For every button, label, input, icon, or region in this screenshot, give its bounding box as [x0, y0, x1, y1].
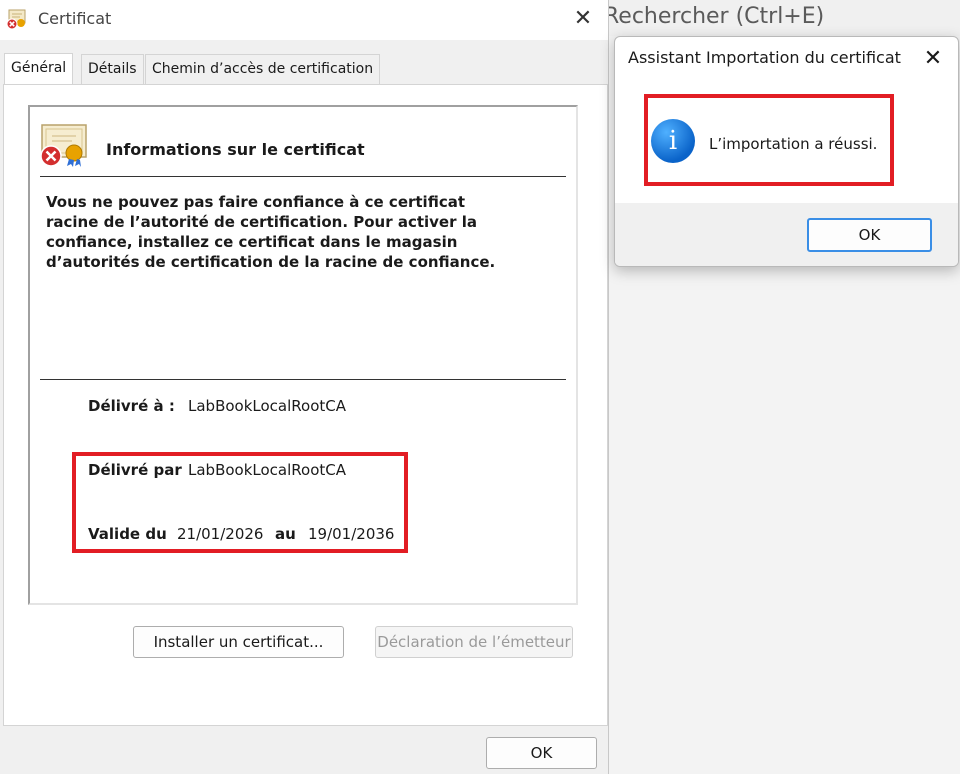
certificate-error-icon: [40, 123, 90, 167]
certificate-window: Certificat ✕ Détails Chemin d’accès de c…: [0, 0, 609, 774]
tab-general[interactable]: Général: [4, 53, 74, 85]
close-icon[interactable]: ✕: [568, 4, 598, 34]
background-search-box[interactable]: Rechercher (Ctrl+E): [604, 4, 824, 29]
install-certificate-button[interactable]: Installer un certificat...: [133, 626, 344, 658]
close-icon[interactable]: ✕: [917, 43, 949, 75]
divider-top: [40, 176, 566, 177]
certificate-ok-button[interactable]: OK: [486, 737, 597, 769]
issued-to-value: LabBookLocalRootCA: [188, 397, 346, 415]
tab-certification-path[interactable]: Chemin d’accès de certification: [145, 54, 381, 84]
general-panel: Informations sur le certificat Vous ne p…: [3, 84, 608, 726]
issued-to-label: Délivré à :: [88, 397, 175, 415]
highlight-success-message: [644, 94, 894, 186]
certificate-titlebar: Certificat ✕: [0, 0, 608, 40]
certificate-info-box: Informations sur le certificat Vous ne p…: [28, 105, 578, 605]
divider-bottom: [40, 379, 566, 380]
issuer-statement-button[interactable]: Déclaration de l’émetteur: [375, 626, 573, 658]
info-title: Informations sur le certificat: [106, 140, 365, 159]
import-wizard-dialog: Assistant Importation du certificat ✕ i …: [614, 36, 959, 267]
wizard-title: Assistant Importation du certificat: [628, 48, 901, 67]
certificate-window-title: Certificat: [38, 9, 112, 28]
certificate-error-icon: [6, 8, 28, 30]
trust-warning-text: Vous ne pouvez pas faire confiance à ce …: [46, 193, 496, 271]
tab-details[interactable]: Détails: [81, 54, 144, 84]
wizard-ok-button[interactable]: OK: [807, 218, 932, 252]
highlight-issuer-validity: [72, 452, 408, 553]
